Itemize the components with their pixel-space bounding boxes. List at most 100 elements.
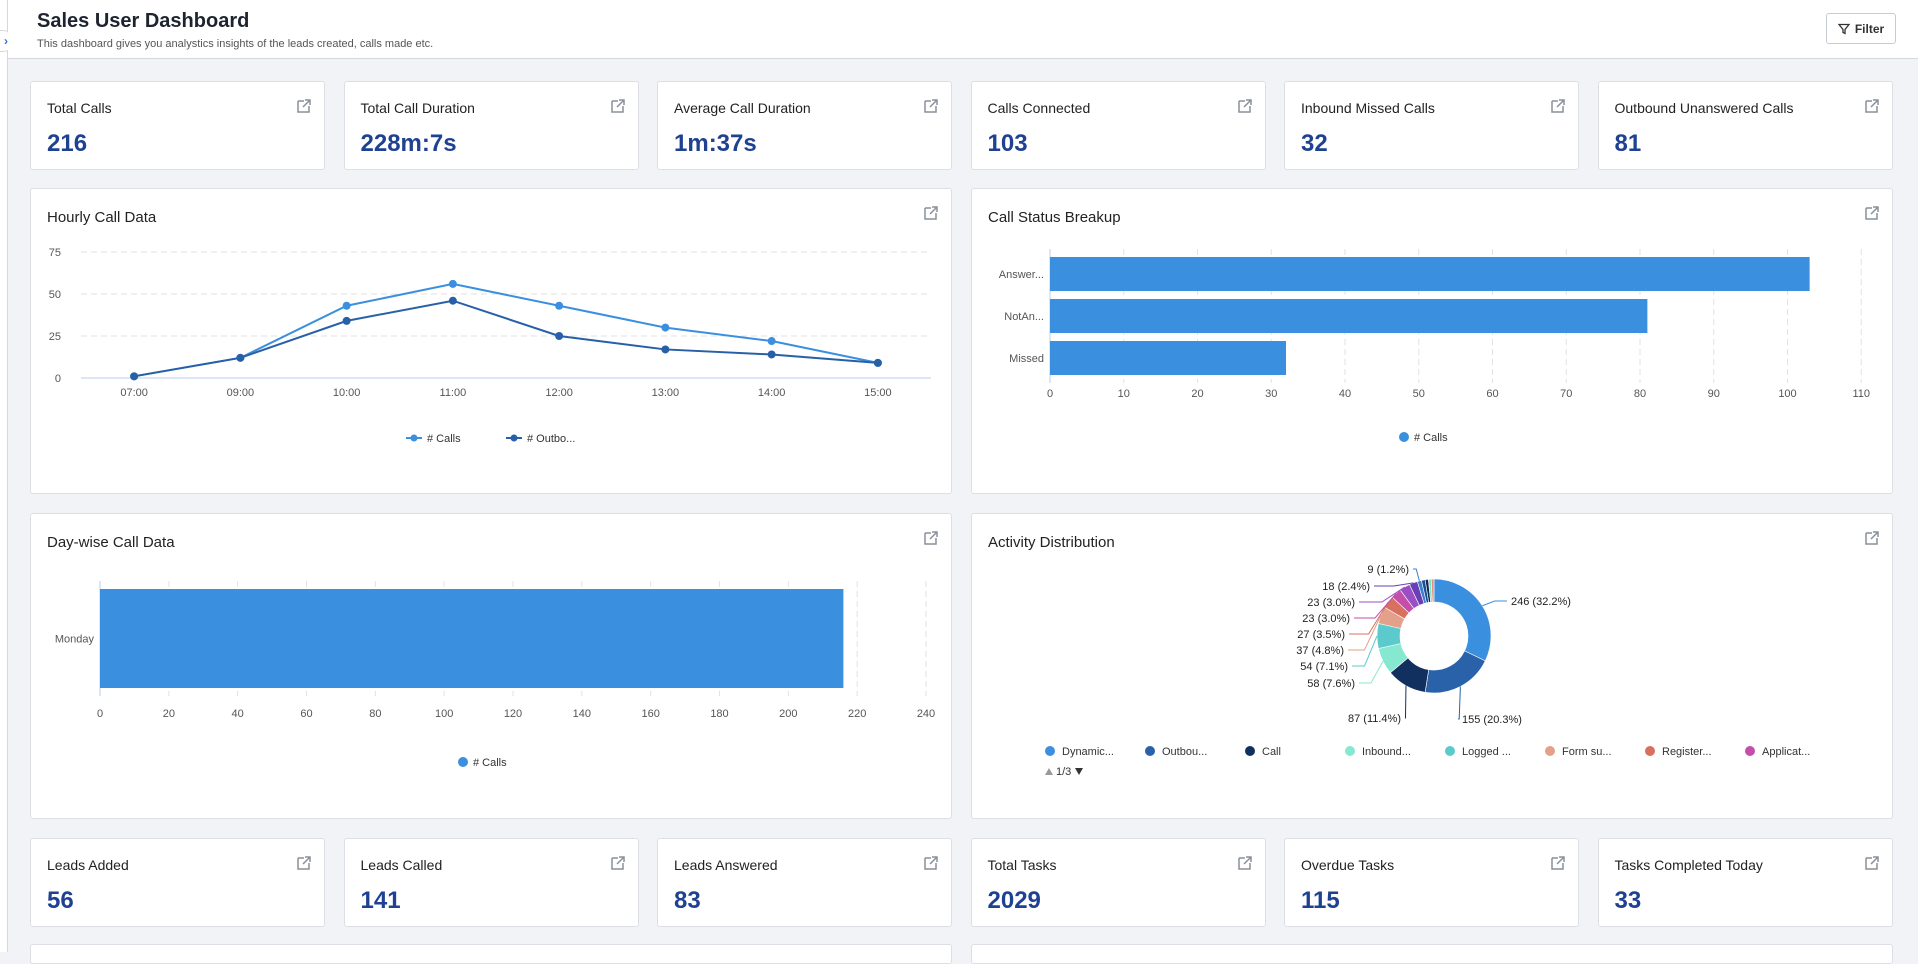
data-point <box>555 332 564 340</box>
kpi-value: 83 <box>674 887 701 914</box>
x-tick-label: 100 <box>435 708 453 720</box>
x-tick-label: 110 <box>1852 388 1870 400</box>
x-tick-label: 80 <box>369 708 381 720</box>
kpi-label: Leads Called <box>360 857 443 873</box>
kpi-label: Total Calls <box>47 100 112 116</box>
kpi-card: Average Call Duration 1m:37s <box>657 81 952 170</box>
leader-line <box>1458 686 1461 720</box>
legend-prev-page-icon[interactable] <box>1045 768 1053 775</box>
kpi-card: Leads Added 56 <box>30 838 325 927</box>
open-external-icon[interactable] <box>923 98 939 114</box>
x-tick-label: 40 <box>232 708 244 720</box>
legend-marker <box>510 434 518 442</box>
legend-label: Register... <box>1662 746 1712 758</box>
open-external-icon[interactable] <box>923 205 939 221</box>
open-external-icon[interactable] <box>610 855 626 871</box>
slice-label: 155 (20.3%) <box>1462 714 1522 726</box>
open-external-icon[interactable] <box>923 530 939 546</box>
open-external-icon[interactable] <box>1550 98 1566 114</box>
kpi-card: Outbound Unanswered Calls 81 <box>1597 81 1893 170</box>
leader-line <box>1352 635 1378 667</box>
data-point <box>661 323 670 332</box>
data-point <box>236 353 245 362</box>
legend-next-page-icon[interactable] <box>1075 768 1083 775</box>
open-external-icon[interactable] <box>1864 205 1880 221</box>
x-tick-label: 40 <box>1339 388 1351 400</box>
legend-label: # Calls <box>473 757 507 769</box>
data-point <box>661 345 670 354</box>
y-tick-label: NotAn... <box>1004 311 1044 323</box>
open-external-icon[interactable] <box>1237 855 1253 871</box>
y-tick-label: 50 <box>49 289 61 301</box>
kpi-label: Tasks Completed Today <box>1614 857 1763 873</box>
legend-label: Form su... <box>1562 746 1612 758</box>
legend-label: Outbou... <box>1162 746 1207 758</box>
bar <box>1050 299 1648 333</box>
legend-page-indicator: 1/3 <box>1056 766 1071 778</box>
slice-label: 18 (2.4%) <box>1322 581 1370 593</box>
kpi-value: 115 <box>1301 887 1340 914</box>
legend-marker <box>410 434 418 442</box>
leader-line <box>1348 614 1382 651</box>
slice-label: 87 (11.4%) <box>1348 713 1401 725</box>
x-tick-label: 100 <box>1778 388 1796 400</box>
legend-label: # Outbo... <box>527 433 575 445</box>
data-point <box>342 316 351 325</box>
kpi-card: Leads Called 141 <box>343 838 639 927</box>
leader-line <box>1404 685 1407 719</box>
open-external-icon[interactable] <box>1864 855 1880 871</box>
day-wise-bar-chart: 0 20 40 60 80 100 120 140 160 180 200 220 240 Monday #… <box>55 581 935 769</box>
kpi-value: 81 <box>1614 130 1642 157</box>
hourly-call-data-card: Hourly Call Data 0 25 50 75 07:00 09:00 10:00 1… <box>30 188 952 494</box>
open-external-icon[interactable] <box>1237 98 1253 114</box>
x-tick-label: 120 <box>504 708 522 720</box>
x-tick-label: 10:00 <box>333 387 361 399</box>
open-external-icon[interactable] <box>610 98 626 114</box>
open-external-icon[interactable] <box>296 855 312 871</box>
y-tick-label: 25 <box>49 331 61 343</box>
x-tick-label: 12:00 <box>545 387 573 399</box>
data-point <box>130 372 139 381</box>
x-tick-label: 09:00 <box>227 387 255 399</box>
open-external-icon[interactable] <box>1864 98 1880 114</box>
call-status-bar-chart: 0 10 20 30 40 50 60 70 80 90 100 110 Answer... NotAn.… <box>999 249 1870 444</box>
slice-label: 23 (3.0%) <box>1307 597 1355 609</box>
x-tick-label: 240 <box>917 708 935 720</box>
data-point <box>767 350 776 359</box>
x-tick-label: 20 <box>1191 388 1203 400</box>
slice-label: 27 (3.5%) <box>1297 629 1345 641</box>
kpi-value: 32 <box>1301 130 1328 157</box>
page-header: Sales User Dashboard This dashboard give… <box>8 0 1918 59</box>
kpi-label: Leads Answered <box>674 857 778 873</box>
x-tick-label: 180 <box>710 708 728 720</box>
kpi-value: 33 <box>1614 887 1642 914</box>
legend-marker <box>1645 746 1655 756</box>
open-external-icon[interactable] <box>923 855 939 871</box>
y-tick-label: Answer... <box>999 269 1044 281</box>
bar <box>1050 341 1286 375</box>
filter-button[interactable]: Filter <box>1826 13 1896 44</box>
page-title: Sales User Dashboard <box>37 10 250 32</box>
kpi-card: Total Call Duration 228m:7s <box>343 81 639 170</box>
donut-slice <box>1424 650 1486 694</box>
kpi-value: 141 <box>360 887 401 914</box>
slice-label: 246 (32.2%) <box>1511 596 1571 608</box>
legend-marker <box>1245 746 1255 756</box>
kpi-label: Average Call Duration <box>674 100 811 116</box>
open-external-icon[interactable] <box>1864 530 1880 546</box>
legend-label: Inbound... <box>1362 746 1411 758</box>
x-tick-label: 15:00 <box>864 387 892 399</box>
kpi-label: Inbound Missed Calls <box>1301 100 1435 116</box>
legend-marker <box>1445 746 1455 756</box>
series-line <box>133 282 879 378</box>
data-point <box>448 296 457 305</box>
legend-marker <box>1545 746 1555 756</box>
data-point <box>342 301 351 310</box>
kpi-value: 216 <box>47 130 88 157</box>
open-external-icon[interactable] <box>1550 855 1566 871</box>
kpi-value: 2029 <box>987 887 1041 914</box>
open-external-icon[interactable] <box>296 98 312 114</box>
legend-marker <box>458 757 468 767</box>
kpi-value: 228m:7s <box>360 130 457 157</box>
x-tick-label: 10 <box>1118 388 1130 400</box>
